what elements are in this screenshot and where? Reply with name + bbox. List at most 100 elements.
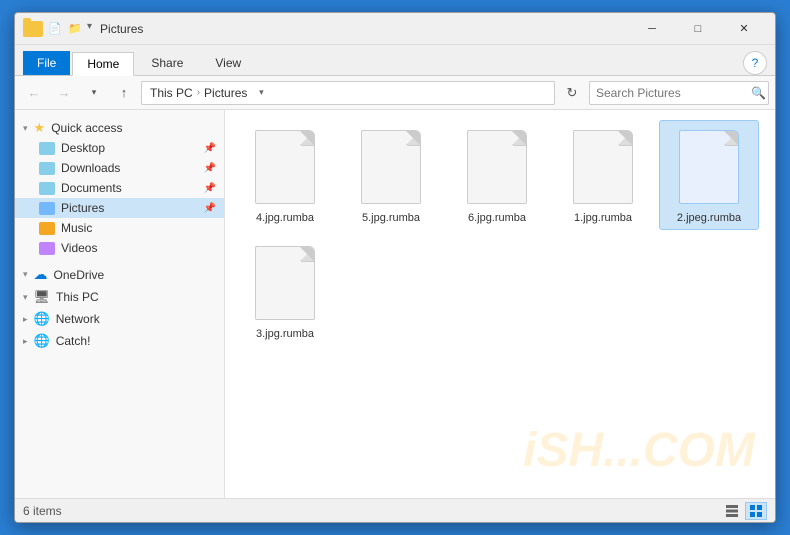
path-arrow-1: › — [197, 87, 200, 98]
file-icon-5 — [251, 243, 319, 323]
file-page-5 — [255, 246, 315, 320]
path-segment-thispc[interactable]: This PC — [150, 86, 193, 100]
title-icon-2: 📁 — [67, 21, 83, 37]
sidebar-item-onedrive[interactable]: ▾ ☁ OneDrive — [15, 262, 224, 285]
file-item-3[interactable]: 1.jpg.rumba — [553, 120, 653, 230]
view-btn-large-icons[interactable] — [745, 502, 767, 520]
onedrive-arrow: ▾ — [23, 269, 28, 280]
file-item-2[interactable]: 6.jpg.rumba — [447, 120, 547, 230]
thispc-arrow: ▾ — [23, 292, 28, 303]
sidebar-item-downloads[interactable]: Downloads 📌 — [15, 158, 224, 178]
pin-icon-downloads: 📌 — [204, 163, 216, 174]
sidebar-item-label-documents: Documents — [61, 181, 122, 195]
tab-share[interactable]: Share — [136, 51, 198, 75]
title-bar-icons: 📄 📁 ▾ — [23, 21, 92, 37]
tab-home[interactable]: Home — [72, 52, 134, 76]
minimize-button[interactable]: ─ — [629, 13, 675, 45]
sidebar-item-label-videos: Videos — [61, 241, 97, 255]
file-icon-1 — [357, 127, 425, 207]
file-icon-4 — [675, 127, 743, 207]
search-input[interactable] — [596, 86, 751, 100]
refresh-button[interactable]: ↻ — [559, 80, 585, 106]
onedrive-icon: ☁ — [34, 266, 48, 283]
file-page-2 — [467, 130, 527, 204]
address-bar: ← → ▾ ↑ This PC › Pictures ▾ ↻ 🔍 — [15, 76, 775, 110]
sidebar-item-network[interactable]: ▸ 🌐 Network — [15, 307, 224, 329]
sidebar-group-quick-access[interactable]: ▾ ★ Quick access — [15, 116, 224, 138]
file-name-3: 1.jpg.rumba — [574, 211, 632, 225]
pin-icon-pictures: 📌 — [204, 203, 216, 214]
downloads-folder-icon — [39, 162, 55, 175]
watermark: iSH...COM — [523, 423, 755, 478]
path-dropdown-arrow[interactable]: ▾ — [251, 83, 271, 103]
ribbon-tabs: File Home Share View ? — [15, 45, 775, 75]
window-title: Pictures — [100, 22, 629, 36]
sidebar-item-documents[interactable]: Documents 📌 — [15, 178, 224, 198]
onedrive-label: OneDrive — [54, 268, 105, 282]
file-name-4: 2.jpeg.rumba — [677, 211, 741, 225]
file-name-1: 5.jpg.rumba — [362, 211, 420, 225]
tab-file[interactable]: File — [23, 51, 70, 75]
title-icon-1: 📄 — [47, 21, 63, 37]
file-name-5: 3.jpg.rumba — [256, 327, 314, 341]
path-segment-pictures[interactable]: Pictures — [204, 86, 247, 100]
file-page-0 — [255, 130, 315, 204]
network-arrow: ▸ — [23, 314, 28, 325]
sidebar: ▾ ★ Quick access Desktop 📌 Downloads 📌 D… — [15, 110, 225, 498]
file-item-1[interactable]: 5.jpg.rumba — [341, 120, 441, 230]
pin-icon-desktop: 📌 — [204, 143, 216, 154]
collapse-arrow: ▾ — [23, 123, 28, 134]
status-bar: 6 items — [15, 498, 775, 522]
pictures-folder-icon — [39, 202, 55, 215]
sidebar-item-music[interactable]: Music — [15, 218, 224, 238]
help-button[interactable]: ? — [743, 51, 767, 75]
sidebar-item-desktop[interactable]: Desktop 📌 — [15, 138, 224, 158]
window-controls: ─ □ ✕ — [629, 13, 767, 45]
sidebar-item-thispc[interactable]: ▾ 🖥 This PC — [15, 285, 224, 307]
file-page-4 — [679, 130, 739, 204]
desktop-folder-icon — [39, 142, 55, 155]
videos-folder-icon — [39, 242, 55, 255]
pin-icon-documents: 📌 — [204, 183, 216, 194]
sidebar-item-pictures[interactable]: Pictures 📌 — [15, 198, 224, 218]
ribbon: File Home Share View ? — [15, 45, 775, 76]
thispc-icon: 🖥 — [34, 289, 51, 305]
sidebar-item-label-desktop: Desktop — [61, 141, 105, 155]
quick-access-label: Quick access — [51, 121, 122, 135]
view-btn-list[interactable] — [721, 502, 743, 520]
tab-view[interactable]: View — [200, 51, 256, 75]
file-icon-0 — [251, 127, 319, 207]
network-label: Network — [56, 312, 100, 326]
file-name-0: 4.jpg.rumba — [256, 211, 314, 225]
file-icon-2 — [463, 127, 531, 207]
file-page-3 — [573, 130, 633, 204]
file-item-5[interactable]: 3.jpg.rumba — [235, 236, 335, 346]
file-name-2: 6.jpg.rumba — [468, 211, 526, 225]
sidebar-item-label-music: Music — [61, 221, 92, 235]
files-grid: 4.jpg.rumba 5.jpg.rumba 6.jpg.rumba — [235, 120, 765, 347]
folder-title-icon — [23, 21, 43, 37]
back-button[interactable]: ← — [21, 80, 47, 106]
close-button[interactable]: ✕ — [721, 13, 767, 45]
address-path[interactable]: This PC › Pictures ▾ — [141, 81, 555, 105]
search-icon[interactable]: 🔍 — [751, 86, 766, 100]
file-item-0[interactable]: 4.jpg.rumba — [235, 120, 335, 230]
sidebar-item-catch[interactable]: ▸ 🌐 Catch! — [15, 329, 224, 351]
catch-arrow: ▸ — [23, 336, 28, 347]
catch-label: Catch! — [56, 334, 91, 348]
sidebar-item-videos[interactable]: Videos — [15, 238, 224, 258]
sidebar-item-label-pictures: Pictures — [61, 201, 104, 215]
file-area: iSH...COM 4.jpg.rumba 5.jpg.rumba — [225, 110, 775, 498]
quick-access-star-icon: ★ — [34, 120, 46, 136]
dropdown-recent-button[interactable]: ▾ — [81, 80, 107, 106]
up-button[interactable]: ↑ — [111, 80, 137, 106]
forward-button[interactable]: → — [51, 80, 77, 106]
search-box[interactable]: 🔍 — [589, 81, 769, 105]
view-toggle — [721, 502, 767, 520]
file-item-4[interactable]: 2.jpeg.rumba — [659, 120, 759, 230]
title-dropdown-arrow[interactable]: ▾ — [87, 21, 92, 37]
catch-icon: 🌐 — [34, 333, 50, 349]
file-explorer-window: 📄 📁 ▾ Pictures ─ □ ✕ File Home Share Vie… — [14, 12, 776, 523]
sidebar-item-label-downloads: Downloads — [61, 161, 120, 175]
maximize-button[interactable]: □ — [675, 13, 721, 45]
